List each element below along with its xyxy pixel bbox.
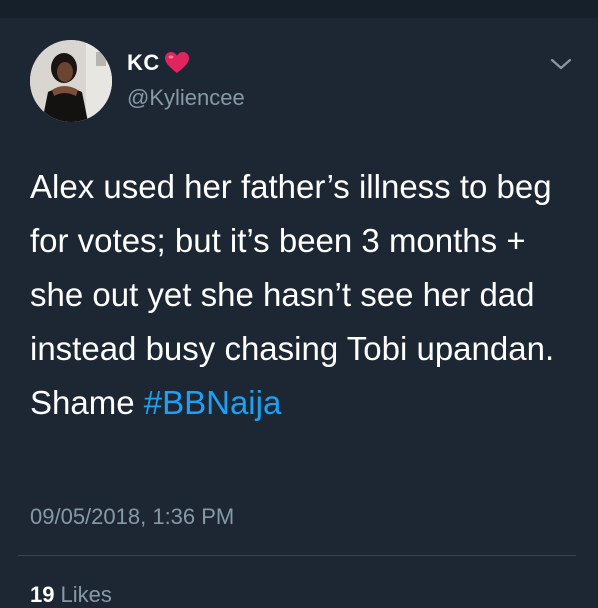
likes-count: 19 [30,582,55,607]
avatar-image [30,40,112,122]
author-handle[interactable]: @Kyliencee [127,85,245,111]
divider [18,555,576,556]
heart-emoji-icon [164,51,190,75]
chevron-down-icon[interactable] [550,56,572,72]
tweet-body: Alex used her father’s illness to beg fo… [30,160,570,430]
avatar[interactable] [30,40,112,122]
likes-row[interactable]: 19 Likes [30,582,112,608]
tweet-text: Alex used her father’s illness to beg fo… [30,168,555,421]
likes-label: Likes [60,582,112,607]
author-name-row[interactable]: KC [127,50,190,76]
tweet-timestamp: 09/05/2018, 1:36 PM [30,504,235,529]
top-strip [0,0,598,18]
hashtag-link[interactable]: #BBNaija [144,376,282,430]
display-name[interactable]: KC [127,50,160,76]
